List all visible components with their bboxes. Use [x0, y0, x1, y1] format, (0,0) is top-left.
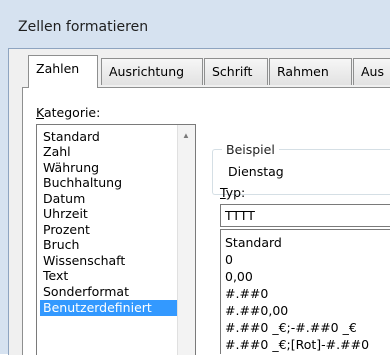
format-item[interactable]: #.##0 — [225, 286, 268, 302]
category-item-standard[interactable]: Standard — [40, 129, 103, 145]
category-item-prozent[interactable]: Prozent — [40, 222, 93, 238]
tab-schrift[interactable]: Schrift — [204, 58, 268, 85]
tab-rahmen[interactable]: Rahmen — [269, 58, 352, 85]
category-item-benutzerdefiniert[interactable]: Benutzerdefiniert — [40, 300, 178, 316]
category-item-wissenschaft[interactable]: Wissenschaft — [40, 253, 128, 269]
format-item[interactable]: #.##0,00 — [225, 303, 288, 319]
category-item-buchhaltung[interactable]: Buchhaltung — [40, 175, 125, 191]
tab-ausfuellen[interactable]: Aus — [353, 58, 390, 85]
format-item[interactable]: 0 — [225, 252, 233, 268]
category-item-uhrzeit[interactable]: Uhrzeit — [40, 206, 91, 222]
tab-ausrichtung[interactable]: Ausrichtung — [101, 58, 203, 85]
sample-legend: Beispiel — [222, 142, 279, 157]
format-item[interactable]: 0,00 — [225, 269, 253, 285]
sample-value: Dienstag — [228, 164, 284, 179]
format-item[interactable]: Standard — [225, 235, 282, 251]
category-scrollbar[interactable]: ▲ — [177, 125, 195, 355]
category-item-datum[interactable]: Datum — [40, 191, 88, 207]
format-item[interactable]: #.##0 _€;-#.##0 _€ — [225, 320, 357, 336]
type-label: Typ: — [220, 185, 246, 200]
scroll-up-arrow-icon[interactable]: ▲ — [182, 131, 190, 140]
category-label: Kategorie: — [36, 105, 101, 120]
category-item-bruch[interactable]: Bruch — [40, 237, 82, 253]
dialog-title: Zellen formatieren — [18, 19, 149, 35]
category-item-waehrung[interactable]: Währung — [40, 160, 102, 176]
category-item-text[interactable]: Text — [40, 268, 71, 284]
tab-zahlen[interactable]: Zahlen — [28, 55, 98, 88]
category-listbox[interactable]: Standard Zahl Währung Buchhaltung Datum … — [36, 124, 196, 355]
category-item-sonderformat[interactable]: Sonderformat — [40, 284, 132, 300]
format-listbox[interactable]: Standard 0 0,00 #.##0 #.##0,00 #.##0 _€;… — [220, 229, 390, 354]
type-input[interactable]: TTTT — [220, 204, 390, 227]
category-item-zahl[interactable]: Zahl — [40, 144, 74, 160]
format-item[interactable]: #.##0 _€;[Rot]-#.##0 — [225, 337, 369, 353]
